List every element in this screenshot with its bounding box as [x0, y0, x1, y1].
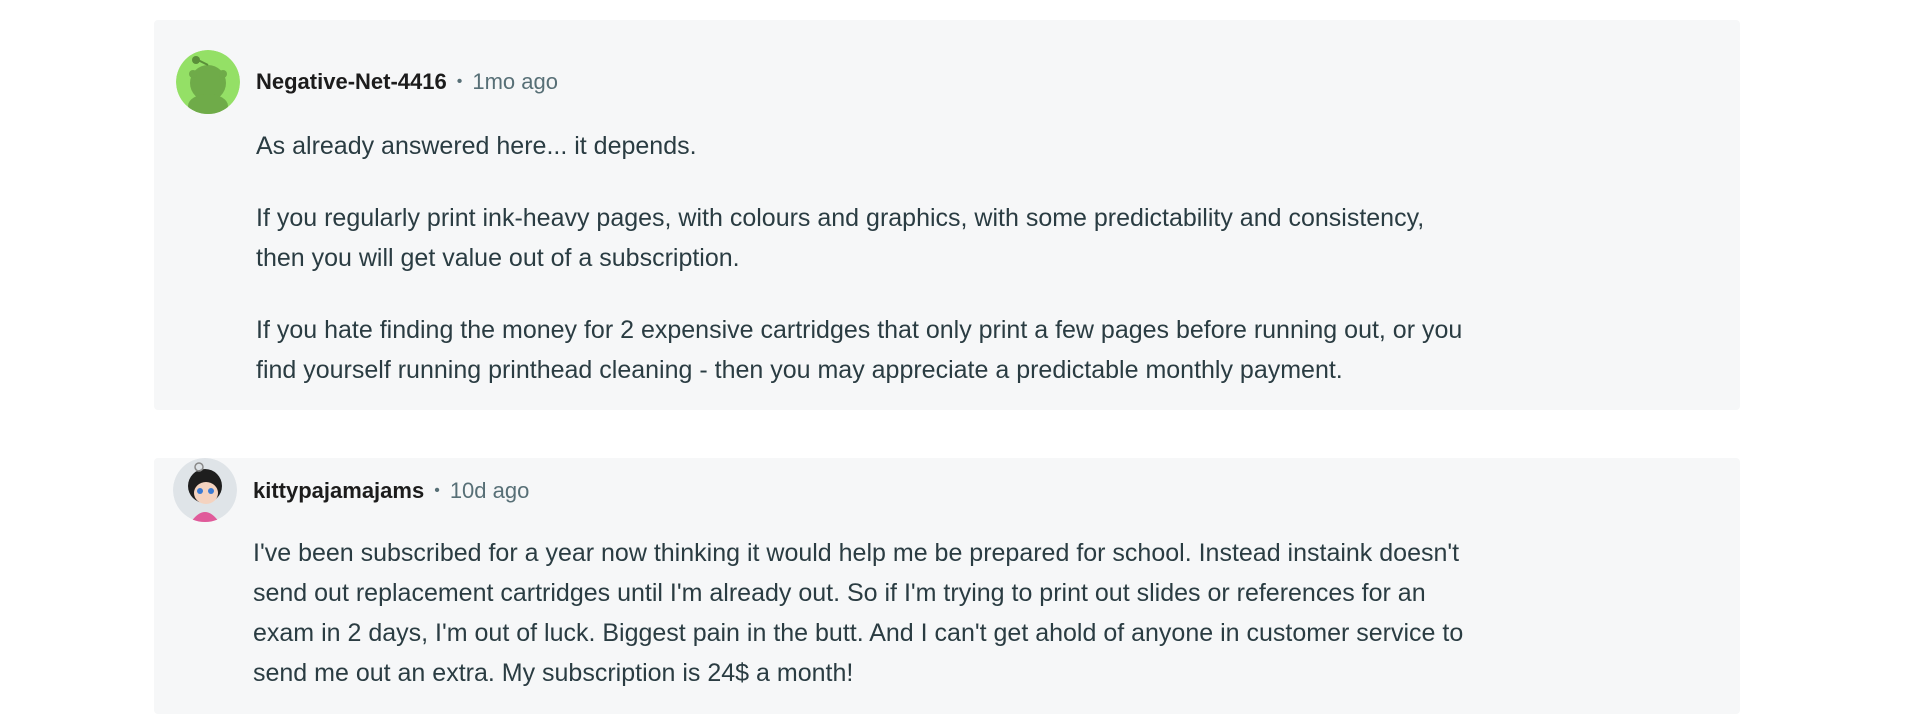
comment: kittypajamajams • 10d ago I've been subs… — [154, 458, 1740, 714]
username[interactable]: kittypajamajams — [253, 478, 424, 504]
avatar[interactable] — [173, 458, 237, 522]
comment-paragraph: As already answered here... it depends. — [256, 126, 1716, 166]
text-line: If you regularly print ink-heavy pages, … — [256, 204, 1425, 232]
text-line: I've been subscribed for a year now thin… — [253, 539, 1460, 567]
username[interactable]: Negative-Net-4416 — [256, 69, 447, 95]
comment-meta: kittypajamajams • 10d ago — [253, 476, 529, 506]
text-line: send me out an extra. My subscription is… — [253, 659, 854, 687]
separator-dot: • — [456, 73, 463, 90]
timestamp[interactable]: 1mo ago — [472, 69, 558, 95]
reddit-snoo-green-avatar-icon — [176, 50, 240, 114]
comment-paragraph: I've been subscribed for a year now thin… — [253, 533, 1713, 693]
cartoon-girl-avatar-icon — [173, 458, 237, 522]
comment-body: As already answered here... it depends. … — [256, 126, 1716, 422]
comment-paragraph: If you regularly print ink-heavy pages, … — [256, 198, 1716, 278]
text-line: find yourself running printhead cleaning… — [256, 356, 1343, 384]
text-line: then you will get value out of a subscri… — [256, 244, 740, 272]
text-line: If you hate finding the money for 2 expe… — [256, 316, 1463, 344]
comment-meta: Negative-Net-4416 • 1mo ago — [256, 67, 558, 97]
avatar[interactable] — [176, 50, 240, 114]
text-line: As already answered here... it depends. — [256, 132, 697, 160]
timestamp[interactable]: 10d ago — [450, 478, 530, 504]
text-line: send out replacement cartridges until I'… — [253, 579, 1426, 607]
comment-paragraph: If you hate finding the money for 2 expe… — [256, 310, 1716, 390]
separator-dot: • — [434, 482, 440, 499]
text-line: exam in 2 days, I'm out of luck. Biggest… — [253, 619, 1464, 647]
comment: Negative-Net-4416 • 1mo ago As already a… — [154, 20, 1740, 410]
comment-body: I've been subscribed for a year now thin… — [253, 533, 1713, 725]
